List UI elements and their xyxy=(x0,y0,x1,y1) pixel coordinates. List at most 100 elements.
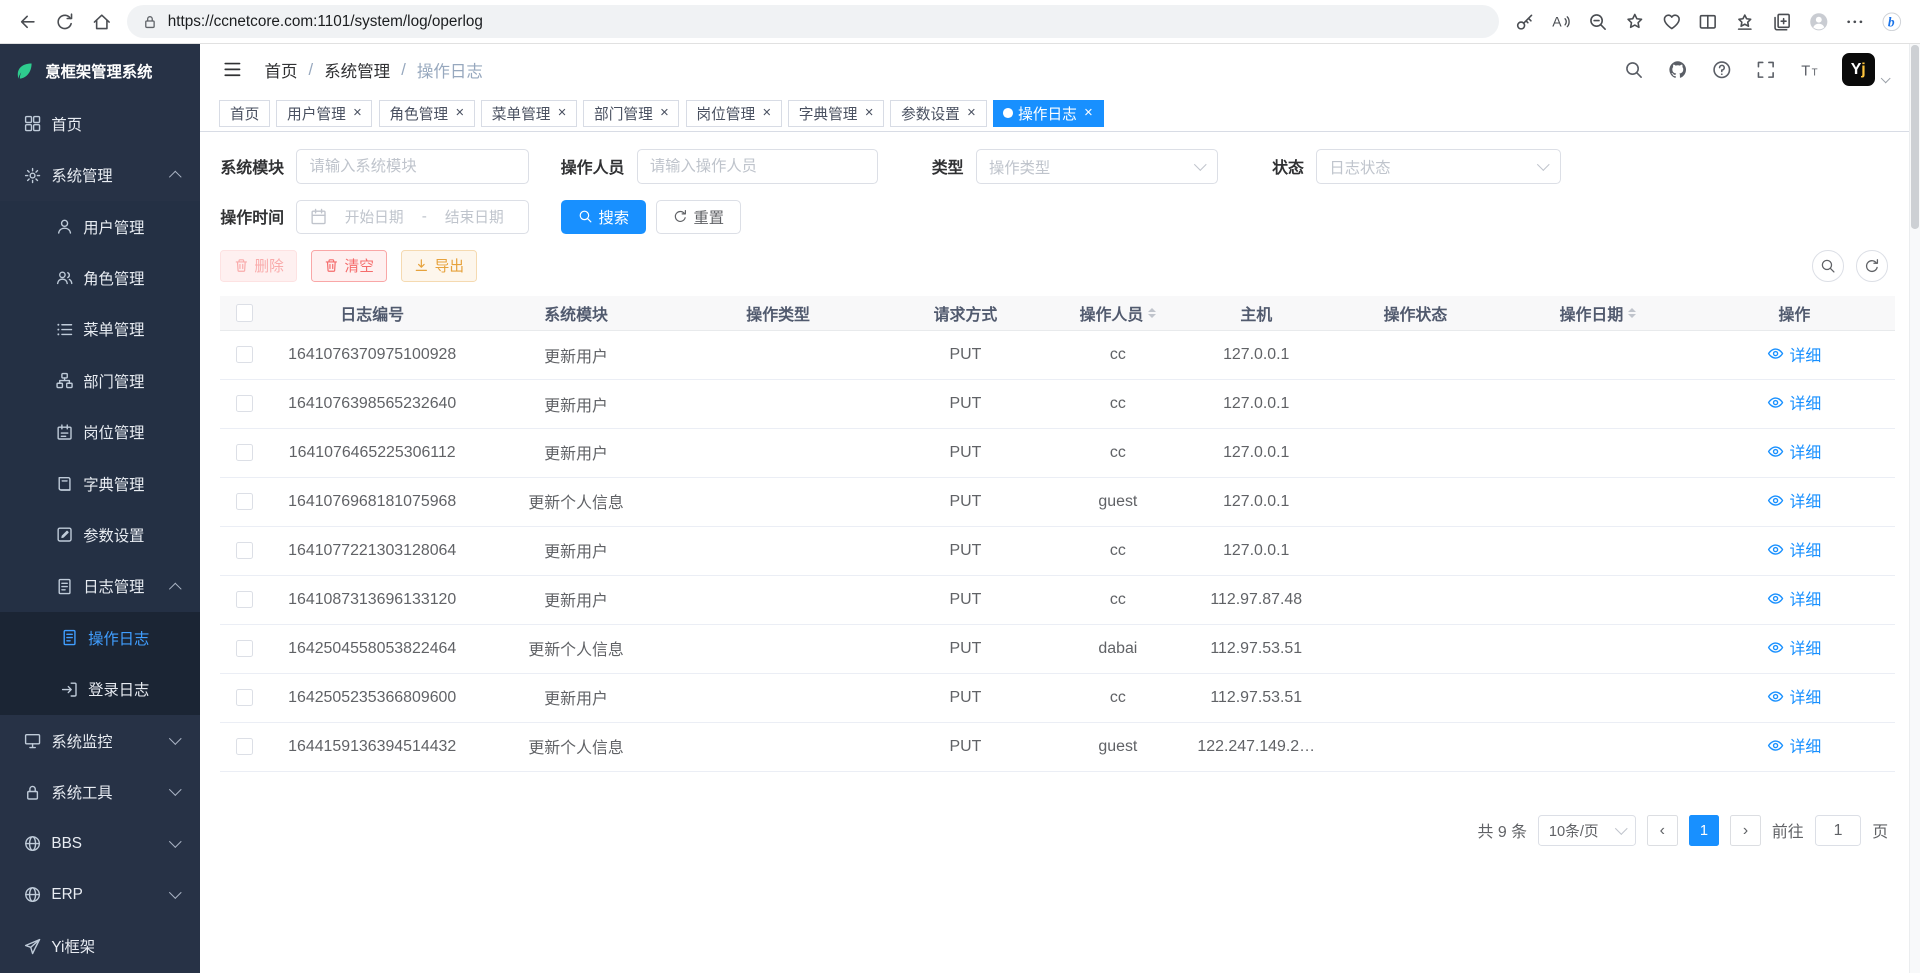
close-icon[interactable]: × xyxy=(455,106,464,121)
sidebar-item-11[interactable]: 登录日志 xyxy=(0,664,200,715)
detail-link[interactable]: 详细 xyxy=(1767,685,1821,708)
sort-caret-icon[interactable] xyxy=(1628,308,1636,318)
back-icon[interactable] xyxy=(10,4,47,38)
show-search-button[interactable] xyxy=(1812,250,1844,282)
detail-link[interactable]: 详细 xyxy=(1767,734,1821,757)
sidebar-item-13[interactable]: 系统工具 xyxy=(0,766,200,817)
column-header-4[interactable]: 操作人员 xyxy=(1052,296,1184,330)
browser-scrollbar[interactable] xyxy=(1909,44,1920,973)
type-select[interactable]: 操作类型 xyxy=(976,149,1218,183)
operator-filter[interactable] xyxy=(637,149,878,183)
search-button[interactable]: 搜索 xyxy=(561,200,646,234)
address-bar[interactable]: https://ccnetcore.com:1101/system/log/op… xyxy=(127,5,1498,38)
sidebar-item-1[interactable]: 系统管理 xyxy=(0,149,200,200)
row-checkbox[interactable] xyxy=(236,738,253,755)
page-size-select[interactable]: 10条/页 xyxy=(1538,815,1636,847)
sidebar-item-6[interactable]: 岗位管理 xyxy=(0,406,200,457)
tab-3[interactable]: 菜单管理× xyxy=(481,100,577,127)
date-range-picker[interactable]: 开始日期 - 结束日期 xyxy=(296,200,529,234)
operator-input[interactable] xyxy=(650,158,865,176)
close-icon[interactable]: × xyxy=(865,106,874,121)
app-logo[interactable]: 意框架管理系统 xyxy=(0,44,200,98)
sidebar-item-0[interactable]: 首页 xyxy=(0,98,200,149)
tab-0[interactable]: 首页 xyxy=(219,100,270,127)
zoom-out-icon[interactable] xyxy=(1580,4,1617,38)
clear-button[interactable]: 清空 xyxy=(311,250,388,282)
breadcrumb-home[interactable]: 首页 xyxy=(264,58,297,82)
refresh-table-button[interactable] xyxy=(1856,250,1888,282)
sort-caret-icon[interactable] xyxy=(1148,308,1156,318)
delete-button[interactable]: 删除 xyxy=(220,250,297,282)
close-icon[interactable]: × xyxy=(762,106,771,121)
sidebar-item-10[interactable]: 操作日志 xyxy=(0,612,200,663)
row-checkbox[interactable] xyxy=(236,542,253,559)
export-button[interactable]: 导出 xyxy=(401,250,478,282)
prev-page-button[interactable]: ‹ xyxy=(1647,815,1678,846)
detail-link[interactable]: 详细 xyxy=(1767,440,1821,463)
select-all-checkbox[interactable] xyxy=(236,304,253,321)
browser-essentials-icon[interactable] xyxy=(1653,4,1690,38)
breadcrumb-system[interactable]: 系统管理 xyxy=(324,58,390,82)
fontsize-icon[interactable]: TT xyxy=(1798,58,1822,82)
read-aloud-icon[interactable]: A xyxy=(1543,4,1580,38)
favorites-bar-icon[interactable] xyxy=(1727,4,1764,38)
sidebar-item-15[interactable]: ERP xyxy=(0,869,200,920)
column-header-7[interactable]: 操作日期 xyxy=(1502,296,1693,330)
tab-8[interactable]: 操作日志× xyxy=(993,100,1104,127)
detail-link[interactable]: 详细 xyxy=(1767,587,1821,610)
key-icon[interactable] xyxy=(1506,4,1543,38)
reload-icon[interactable] xyxy=(47,4,84,38)
user-avatar[interactable]: Yj xyxy=(1842,53,1875,86)
close-icon[interactable]: × xyxy=(967,106,976,121)
home-icon[interactable] xyxy=(83,4,120,38)
detail-link[interactable]: 详细 xyxy=(1767,489,1821,512)
row-checkbox[interactable] xyxy=(236,346,253,363)
row-checkbox[interactable] xyxy=(236,493,253,510)
module-input[interactable] xyxy=(310,158,516,176)
sidebar-item-14[interactable]: BBS xyxy=(0,818,200,869)
favorites-add-icon[interactable] xyxy=(1616,4,1653,38)
detail-link[interactable]: 详细 xyxy=(1767,538,1821,561)
row-checkbox[interactable] xyxy=(236,689,253,706)
sidebar-item-7[interactable]: 字典管理 xyxy=(0,458,200,509)
module-filter[interactable] xyxy=(296,149,529,183)
close-icon[interactable]: × xyxy=(1084,106,1093,121)
more-icon[interactable] xyxy=(1837,4,1874,38)
tab-4[interactable]: 部门管理× xyxy=(583,100,679,127)
sidebar-item-2[interactable]: 用户管理 xyxy=(0,201,200,252)
sidebar-item-4[interactable]: 菜单管理 xyxy=(0,304,200,355)
page-1-button[interactable]: 1 xyxy=(1689,815,1720,846)
row-checkbox[interactable] xyxy=(236,395,253,412)
tab-7[interactable]: 参数设置× xyxy=(890,100,986,127)
github-icon[interactable] xyxy=(1665,58,1689,82)
tab-2[interactable]: 角色管理× xyxy=(379,100,475,127)
scrollbar-thumb[interactable] xyxy=(1911,45,1918,229)
row-checkbox[interactable] xyxy=(236,444,253,461)
tab-6[interactable]: 字典管理× xyxy=(788,100,884,127)
row-checkbox[interactable] xyxy=(236,591,253,608)
detail-link[interactable]: 详细 xyxy=(1767,343,1821,366)
tab-1[interactable]: 用户管理× xyxy=(276,100,372,127)
sidebar-item-3[interactable]: 角色管理 xyxy=(0,252,200,303)
sidebar-item-5[interactable]: 部门管理 xyxy=(0,355,200,406)
profile-avatar-icon[interactable] xyxy=(1800,4,1837,38)
goto-page-input[interactable] xyxy=(1815,815,1862,847)
help-icon[interactable] xyxy=(1710,58,1734,82)
sidebar-item-12[interactable]: 系统监控 xyxy=(0,715,200,766)
tab-5[interactable]: 岗位管理× xyxy=(686,100,782,127)
hamburger-icon[interactable] xyxy=(219,56,246,83)
row-checkbox[interactable] xyxy=(236,640,253,657)
search-icon[interactable] xyxy=(1621,58,1645,82)
sidebar-item-8[interactable]: 参数设置 xyxy=(0,509,200,560)
fullscreen-icon[interactable] xyxy=(1754,58,1778,82)
close-icon[interactable]: × xyxy=(558,106,567,121)
close-icon[interactable]: × xyxy=(353,106,362,121)
close-icon[interactable]: × xyxy=(660,106,669,121)
sidebar-item-16[interactable]: Yi框架 xyxy=(0,921,200,972)
collections-icon[interactable] xyxy=(1763,4,1800,38)
split-screen-icon[interactable] xyxy=(1690,4,1727,38)
status-select[interactable]: 日志状态 xyxy=(1316,149,1561,183)
sidebar-item-9[interactable]: 日志管理 xyxy=(0,561,200,612)
detail-link[interactable]: 详细 xyxy=(1767,391,1821,414)
reset-button[interactable]: 重置 xyxy=(656,200,741,234)
